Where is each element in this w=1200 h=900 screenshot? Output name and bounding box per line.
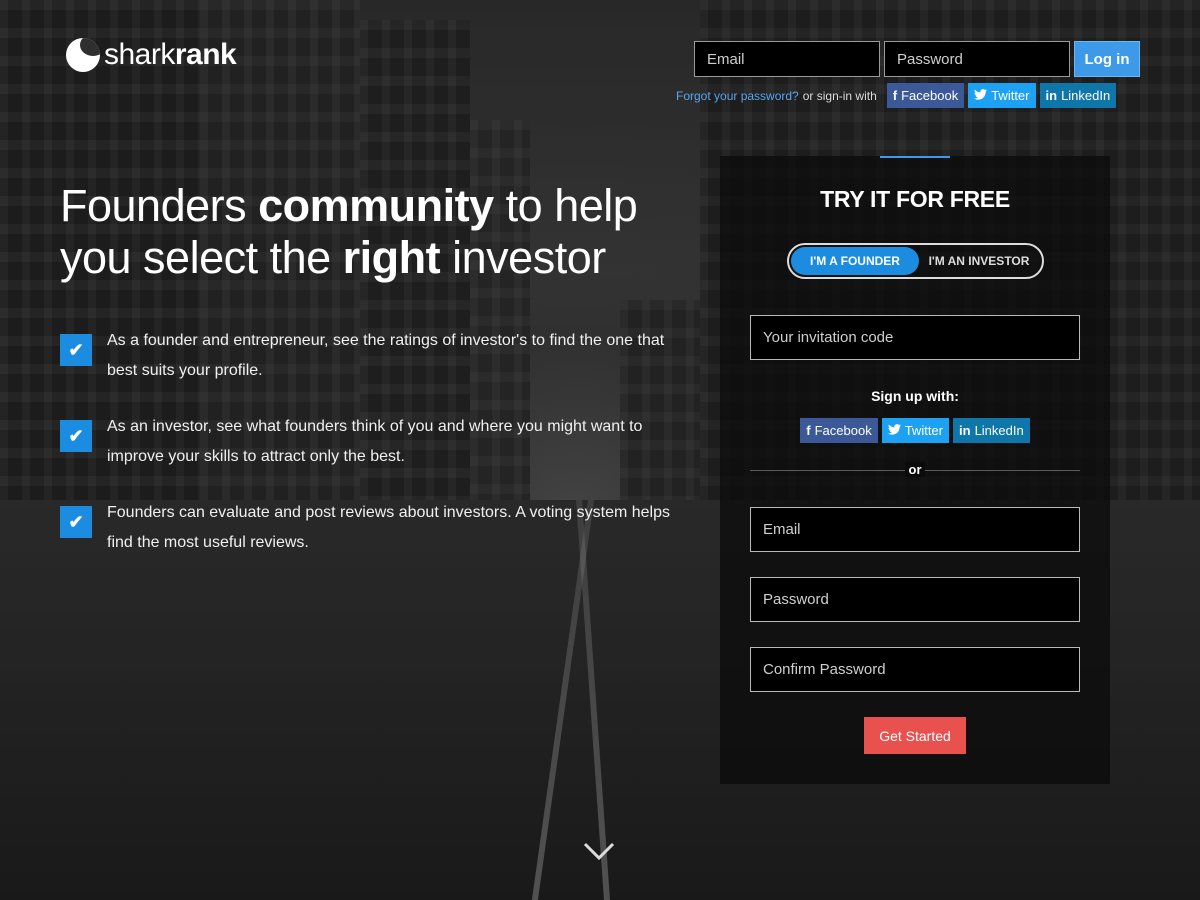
signin-twitter-button[interactable]: Twitter <box>968 83 1036 108</box>
facebook-icon: f <box>806 423 811 438</box>
scroll-down-chevron-icon[interactable] <box>583 838 615 864</box>
twitter-label: Twitter <box>991 88 1030 103</box>
invitation-code-input[interactable] <box>750 315 1080 360</box>
signup-email-input[interactable] <box>750 507 1080 552</box>
linkedin-icon: in <box>959 423 971 438</box>
get-started-button[interactable]: Get Started <box>864 717 966 754</box>
feature-item: ✔ Founders can evaluate and post reviews… <box>60 498 690 558</box>
signup-twitter-button[interactable]: Twitter <box>881 418 949 443</box>
linkedin-icon: in <box>1045 88 1058 103</box>
feature-text: As an investor, see what founders think … <box>107 418 643 465</box>
feature-text: Founders can evaluate and post reviews a… <box>107 504 670 551</box>
header-login-form: Log in <box>694 41 1140 77</box>
tab-founder[interactable]: I'M A FOUNDER <box>791 247 919 275</box>
sign-up-with-label: Sign up with: <box>871 388 959 404</box>
feature-item: ✔ As an investor, see what founders thin… <box>60 412 690 472</box>
login-button[interactable]: Log in <box>1074 41 1140 77</box>
signup-social-buttons: f Facebook Twitter in LinkedIn <box>720 418 1110 443</box>
feature-text: As a founder and entrepreneur, see the r… <box>107 332 665 379</box>
signup-facebook-button[interactable]: f Facebook <box>800 418 878 443</box>
panel-accent-line <box>880 156 950 158</box>
twitter-label: Twitter <box>904 423 943 438</box>
signin-linkedin-button[interactable]: in LinkedIn <box>1039 83 1117 108</box>
tab-investor[interactable]: I'M AN INVESTOR <box>919 247 1039 275</box>
facebook-icon: f <box>892 88 898 103</box>
login-email-input[interactable] <box>694 41 880 77</box>
or-label: or <box>905 462 925 477</box>
twitter-icon <box>974 88 988 103</box>
facebook-label: Facebook <box>814 423 872 438</box>
twitter-icon <box>887 423 901 438</box>
signin-facebook-button[interactable]: f Facebook <box>886 83 965 108</box>
signup-password-input[interactable] <box>750 577 1080 622</box>
hero-headline: Founders community to help you select th… <box>60 180 638 283</box>
or-sign-in-label: or sign-in with <box>802 88 877 103</box>
signup-linkedin-button[interactable]: in LinkedIn <box>953 418 1030 443</box>
signup-title: TRY IT FOR FREE <box>820 186 1010 212</box>
linkedin-label: LinkedIn <box>974 423 1024 438</box>
linkedin-label: LinkedIn <box>1061 88 1111 103</box>
login-password-input[interactable] <box>884 41 1070 77</box>
signup-confirm-password-input[interactable] <box>750 647 1080 692</box>
feature-list: ✔ As a founder and entrepreneur, see the… <box>60 326 690 584</box>
header-social-signin: Forgot your password? or sign-in with f … <box>676 83 1117 108</box>
checkmark-icon: ✔ <box>60 420 92 452</box>
forgot-password-link[interactable]: Forgot your password? <box>676 89 799 103</box>
shark-logo-icon <box>66 38 100 72</box>
facebook-label: Facebook <box>901 88 959 103</box>
signup-panel: TRY IT FOR FREE I'M A FOUNDER I'M AN INV… <box>720 156 1110 784</box>
brand-name: sharkrank <box>104 38 237 71</box>
brand-logo[interactable]: sharkrank <box>66 38 237 72</box>
role-toggle: I'M A FOUNDER I'M AN INVESTOR <box>787 243 1044 279</box>
feature-item: ✔ As a founder and entrepreneur, see the… <box>60 326 690 386</box>
checkmark-icon: ✔ <box>60 334 92 366</box>
checkmark-icon: ✔ <box>60 506 92 538</box>
